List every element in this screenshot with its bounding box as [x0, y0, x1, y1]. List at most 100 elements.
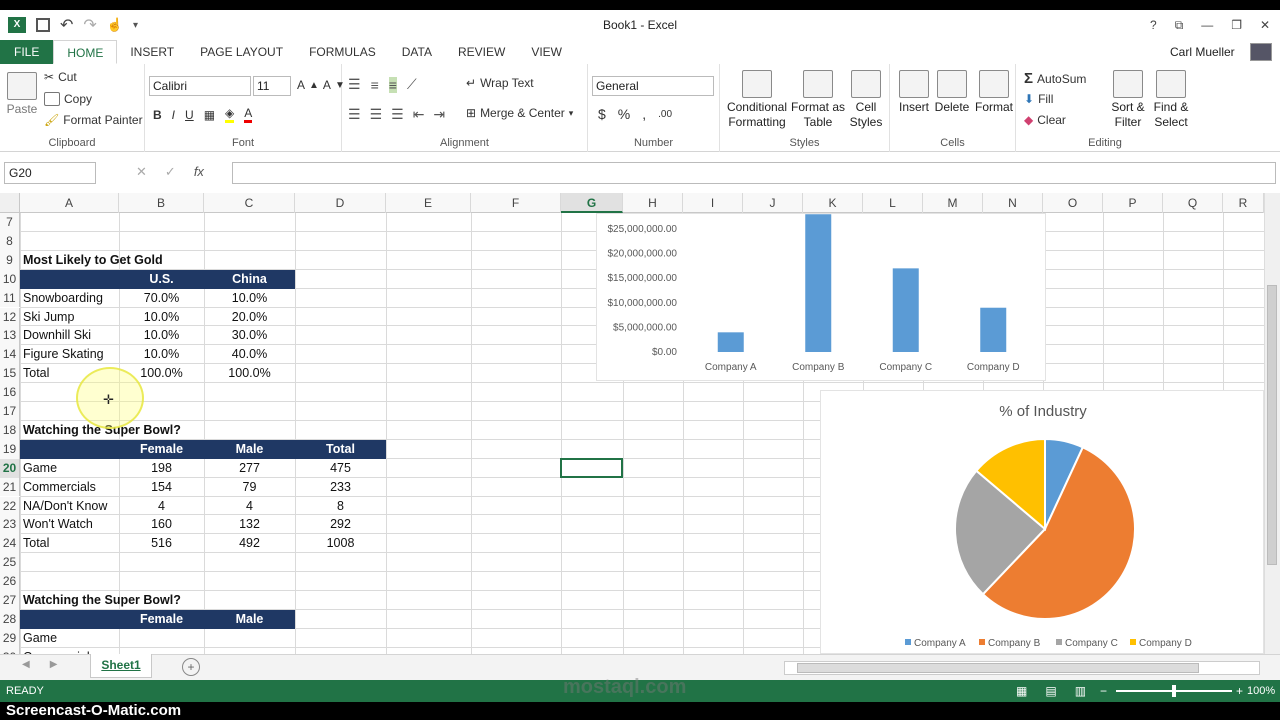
clear-button[interactable]: ◆ Clear [1024, 113, 1066, 127]
insert-cells-button[interactable]: Insert [896, 70, 932, 114]
row-header-23[interactable]: 23 [0, 515, 20, 535]
row-header-18[interactable]: 18 [0, 420, 20, 440]
delete-cells-button[interactable]: Delete [934, 70, 970, 114]
table-cell[interactable]: 8 [295, 497, 386, 516]
find-select-button[interactable]: Find & Select [1150, 70, 1192, 130]
row-label[interactable]: Game [20, 629, 60, 648]
decrease-indent-icon[interactable]: ⇤ [413, 106, 425, 123]
table-cell[interactable]: 277 [204, 459, 295, 478]
column-header-n[interactable]: N [983, 193, 1043, 213]
row-header-20[interactable]: 20 [0, 458, 20, 478]
font-color-icon[interactable]: A [244, 106, 253, 123]
table-cell[interactable]: 1008 [295, 534, 386, 553]
table-cell[interactable]: 10.0% [119, 345, 204, 364]
currency-button[interactable]: $ [598, 106, 606, 122]
tab-file[interactable]: FILE [0, 40, 54, 64]
column-header-o[interactable]: O [1043, 193, 1103, 213]
number-format-select[interactable]: General [592, 76, 714, 96]
add-sheet-button[interactable]: + [182, 658, 200, 676]
cancel-icon[interactable]: ✕ [136, 164, 147, 180]
table-cell[interactable]: 132 [204, 515, 295, 534]
table-cell[interactable]: 154 [119, 478, 204, 497]
zoom-slider-thumb[interactable] [1172, 685, 1176, 697]
help-icon[interactable]: ? [1150, 10, 1157, 40]
tab-insert[interactable]: INSERT [117, 40, 187, 64]
autosum-button[interactable]: Σ AutoSum [1024, 70, 1086, 87]
row-header-8[interactable]: 8 [0, 231, 20, 251]
row-header-9[interactable]: 9 [0, 250, 20, 270]
font-grow-icon[interactable]: A ▲ A ▼ [297, 78, 345, 92]
minimize-icon[interactable]: — [1201, 10, 1213, 40]
table-cell[interactable]: 40.0% [204, 345, 295, 364]
table-header-cell[interactable]: Female [119, 610, 204, 629]
column-header-h[interactable]: H [623, 193, 683, 213]
percent-button[interactable]: % [618, 106, 630, 122]
row-label[interactable]: Total [20, 364, 52, 383]
row-header-10[interactable]: 10 [0, 269, 20, 289]
table-cell[interactable]: 4 [119, 497, 204, 516]
orientation-icon[interactable]: ⟋ [407, 76, 417, 93]
align-center-icon[interactable]: ☰ [370, 106, 383, 123]
tab-review[interactable]: REVIEW [445, 40, 518, 64]
page-break-view-icon[interactable]: ▥ [1075, 680, 1086, 702]
table-cell[interactable]: 10.0% [119, 308, 204, 327]
conditional-formatting-button[interactable]: Conditional Formatting [726, 70, 788, 130]
redo-icon[interactable]: ↷ [83, 15, 96, 35]
align-bottom-icon[interactable]: ≡ [388, 76, 397, 93]
column-header-g[interactable]: G [561, 193, 623, 213]
table-title[interactable]: Most Likely to Get Gold [20, 251, 166, 270]
row-header-17[interactable]: 17 [0, 402, 20, 421]
bar[interactable] [980, 307, 1007, 352]
table-cell[interactable]: 10.0% [119, 326, 204, 345]
column-header-p[interactable]: P [1103, 193, 1163, 213]
row-header-26[interactable]: 26 [0, 572, 20, 591]
row-header-21[interactable]: 21 [0, 477, 20, 497]
column-header-i[interactable]: I [683, 193, 743, 213]
zoom-level[interactable]: 100% [1247, 680, 1275, 702]
close-icon[interactable]: ✕ [1260, 10, 1270, 40]
tab-home[interactable]: HOME [53, 40, 118, 64]
bar-chart[interactable]: $0.00 $5,000,000.00 $10,000,000.00 $15,000,… [596, 213, 1046, 381]
next-sheet-icon[interactable]: ▶ [50, 659, 58, 670]
borders-icon[interactable]: ▦ [204, 108, 215, 122]
table-cell[interactable]: 160 [119, 515, 204, 534]
increase-indent-icon[interactable]: ⇥ [433, 106, 445, 123]
fx-icon[interactable]: fx [194, 164, 204, 180]
row-label[interactable]: Won't Watch [20, 515, 96, 534]
merge-center-button[interactable]: ⊞ Merge & Center ▾ [466, 106, 573, 120]
bold-button[interactable]: B [153, 108, 162, 122]
active-cell-g20[interactable] [560, 457, 623, 478]
align-left-icon[interactable]: ☰ [348, 106, 361, 123]
name-box[interactable]: G20 [4, 162, 96, 184]
column-header-e[interactable]: E [386, 193, 471, 213]
zoom-in-icon[interactable]: + [1236, 680, 1243, 702]
format-painter-button[interactable]: 🖌 Format Painter [44, 113, 143, 127]
pie-chart[interactable]: % of Industry Company A Company B Company … [820, 390, 1264, 654]
fill-button[interactable]: ⬇ Fill [1024, 92, 1053, 106]
vertical-scroll-thumb[interactable] [1267, 285, 1277, 565]
copy-button[interactable]: Copy [44, 92, 92, 106]
column-header-f[interactable]: F [471, 193, 561, 213]
format-as-table-button[interactable]: Format as Table [790, 70, 846, 130]
table-header-cell[interactable]: China [204, 270, 295, 289]
column-header-j[interactable]: J [743, 193, 803, 213]
row-label[interactable]: Total [20, 534, 52, 553]
save-icon[interactable] [36, 18, 50, 32]
decimal-icon[interactable]: .00 [658, 109, 672, 120]
row-header-19[interactable]: 19 [0, 439, 20, 459]
row-header-22[interactable]: 22 [0, 496, 20, 516]
normal-view-icon[interactable]: ▦ [1016, 680, 1027, 702]
tab-data[interactable]: DATA [389, 40, 445, 64]
column-header-b[interactable]: B [119, 193, 204, 213]
row-header-29[interactable]: 29 [0, 628, 20, 648]
prev-sheet-icon[interactable]: ◀ [22, 659, 30, 670]
row-header-27[interactable]: 27 [0, 591, 20, 610]
row-header-16[interactable]: 16 [0, 383, 20, 402]
cut-button[interactable]: ✂ Cut [44, 70, 77, 84]
column-header-m[interactable]: M [923, 193, 983, 213]
touch-mode-icon[interactable]: ☝ [107, 17, 123, 33]
tab-page-layout[interactable]: PAGE LAYOUT [187, 40, 296, 64]
column-header-a[interactable]: A [20, 193, 119, 213]
font-name-select[interactable]: Calibri [149, 76, 251, 96]
column-header-r[interactable]: R [1223, 193, 1264, 213]
